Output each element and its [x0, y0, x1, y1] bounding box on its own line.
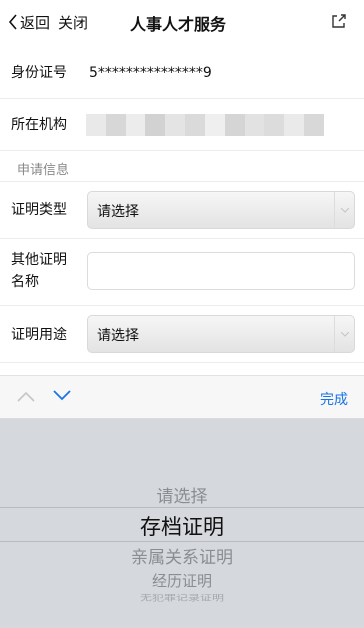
cert-type-label: 证明类型	[11, 202, 67, 218]
done-button[interactable]: 完成	[320, 389, 348, 409]
picker-option[interactable]: 请选择	[0, 482, 364, 507]
id-number-value: 5***************9	[89, 65, 212, 81]
selection-divider-bottom	[0, 541, 364, 542]
picker-option[interactable]: 亲属关系证明	[0, 543, 364, 568]
cert-purpose-select[interactable]: 请选择	[87, 315, 355, 353]
selection-divider-top	[0, 507, 364, 508]
other-cert-row: 其他证明 名称	[0, 239, 364, 306]
navigation-bar: 返回 关闭 人事人才服务	[0, 0, 364, 44]
share-icon[interactable]	[330, 12, 348, 30]
cert-purpose-row: 证明用途 请选择	[0, 306, 364, 363]
cert-type-row: 证明类型 请选择	[0, 182, 364, 239]
picker-option-selected[interactable]: 存档证明	[0, 511, 364, 541]
chevron-down-icon	[334, 192, 354, 228]
form-content: 身份证号 5***************9 所在机构 申请信息 证明类型 请选…	[0, 44, 364, 363]
nav-left-group: 返回 关闭	[8, 12, 88, 33]
picker-toolbar: 完成	[0, 375, 364, 419]
back-label: 返回	[20, 13, 51, 32]
back-button[interactable]: 返回	[8, 12, 50, 33]
page-title: 人事人才服务	[130, 15, 227, 34]
id-number-row: 身份证号 5***************9	[0, 44, 364, 99]
cert-purpose-label: 证明用途	[11, 327, 67, 343]
picker-option[interactable]: 经历证明	[0, 570, 364, 591]
other-cert-label-line1: 其他证明	[11, 252, 67, 268]
section-header-row: 申请信息	[0, 151, 364, 182]
option-picker-wheel[interactable]: 请选择 存档证明 亲属关系证明 经历证明 无犯罪记录证明	[0, 419, 364, 628]
cert-type-select[interactable]: 请选择	[87, 191, 355, 229]
picker-option[interactable]: 无犯罪记录证明	[0, 592, 364, 603]
chevron-down-icon	[334, 316, 354, 352]
other-cert-name-input[interactable]	[87, 252, 355, 290]
institution-label: 所在机构	[11, 117, 67, 133]
institution-row: 所在机构	[0, 99, 364, 151]
institution-value-redacted	[86, 114, 324, 136]
chevron-left-icon	[8, 14, 17, 30]
section-title: 申请信息	[17, 163, 70, 178]
id-number-label: 身份证号	[11, 65, 67, 81]
previous-field-chevron-up-icon[interactable]	[17, 390, 35, 402]
next-field-chevron-down-icon[interactable]	[53, 390, 71, 402]
other-cert-label-line2: 名称	[11, 274, 39, 290]
cert-type-selected-value: 请选择	[97, 204, 139, 220]
close-button[interactable]: 关闭	[58, 12, 88, 33]
cert-purpose-selected-value: 请选择	[97, 328, 139, 344]
